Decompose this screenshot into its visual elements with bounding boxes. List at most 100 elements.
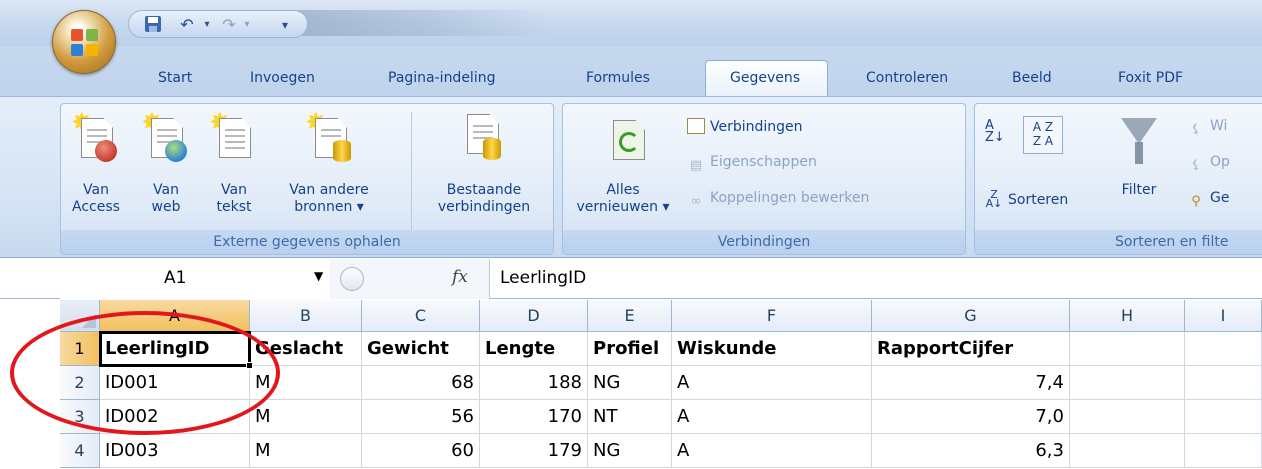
cell-h4[interactable] <box>1070 434 1185 468</box>
name-box[interactable]: A1 ▼ <box>60 259 330 299</box>
sort-button[interactable]: Z A↓ Sorteren <box>985 188 1069 210</box>
existing-connections-button[interactable]: Bestaande verbindingen <box>421 110 547 216</box>
customize-qat-icon[interactable]: ▾ <box>275 15 295 35</box>
row-header-3[interactable]: 3 <box>60 400 100 434</box>
cell-f2[interactable]: A <box>672 366 872 400</box>
redo-icon[interactable]: ↷ <box>219 15 239 35</box>
tab-formules[interactable]: Formules <box>586 70 650 86</box>
connections-button[interactable]: Verbindingen <box>687 118 803 135</box>
filter-button[interactable]: Filter <box>1111 110 1167 199</box>
cell-d4[interactable]: 179 <box>480 434 588 468</box>
cell-e2[interactable]: NG <box>588 366 672 400</box>
column-header-a[interactable]: A <box>100 300 250 332</box>
row-header-4[interactable]: 4 <box>60 434 100 468</box>
cell-h2[interactable] <box>1070 366 1185 400</box>
cell-g2[interactable]: 7,4 <box>872 366 1070 400</box>
existing-connections-label-1: Bestaande <box>446 182 522 198</box>
cell-a2[interactable]: ID001 <box>100 366 250 400</box>
undo-dropdown-icon[interactable]: ▾ <box>197 15 217 35</box>
reapply-button[interactable]: ⚸ Op <box>1187 154 1230 174</box>
ribbon: ✸ Van Access ✸ Van web ✸ Van tekst <box>0 96 1262 258</box>
cell-c4[interactable]: 60 <box>362 434 480 468</box>
tab-foxit-pdf[interactable]: Foxit PDF <box>1118 70 1183 86</box>
cell-f1[interactable]: Wiskunde <box>672 332 872 366</box>
cell-c3[interactable]: 56 <box>362 400 480 434</box>
sort-za-icon: Z A↓ <box>985 188 1003 210</box>
group-sort-filter-label: Sorteren en filte <box>975 230 1262 254</box>
refresh-all-button[interactable]: Alles vernieuwen ▾ <box>571 110 675 216</box>
clear-filter-button[interactable]: ⚸ Wi <box>1187 118 1227 138</box>
redo-dropdown-icon[interactable]: ▾ <box>237 15 257 35</box>
from-web-button[interactable]: ✸ Van web <box>141 110 191 216</box>
cell-d2[interactable]: 188 <box>480 366 588 400</box>
text-file-icon: ✸ <box>209 110 259 182</box>
existing-connections-icon <box>421 110 547 182</box>
reapply-label: Op <box>1210 154 1230 170</box>
cell-i1[interactable] <box>1185 332 1262 366</box>
cell-i4[interactable] <box>1185 434 1262 468</box>
cell-d1[interactable]: Lengte <box>480 332 588 366</box>
row-header-2[interactable]: 2 <box>60 366 100 400</box>
cell-b4[interactable]: M <box>250 434 362 468</box>
from-text-button[interactable]: ✸ Van tekst <box>209 110 259 216</box>
undo-icon[interactable]: ↶ <box>177 15 197 35</box>
advanced-filter-button[interactable]: ⚲ Ge <box>1187 190 1229 210</box>
cell-a1[interactable]: LeerlingID <box>100 332 250 366</box>
row-header-1[interactable]: 1 <box>60 332 100 366</box>
cell-a4[interactable]: ID003 <box>100 434 250 468</box>
tab-beeld[interactable]: Beeld <box>1012 70 1052 86</box>
cell-e4[interactable]: NG <box>588 434 672 468</box>
tab-pagina-indeling[interactable]: Pagina-indeling <box>388 70 495 86</box>
properties-label: Eigenschappen <box>710 154 817 170</box>
cell-e3[interactable]: NT <box>588 400 672 434</box>
column-header-d[interactable]: D <box>480 300 588 332</box>
cell-a3[interactable]: ID002 <box>100 400 250 434</box>
cell-g3[interactable]: 7,0 <box>872 400 1070 434</box>
column-header-c[interactable]: C <box>362 300 480 332</box>
cell-d3[interactable]: 170 <box>480 400 588 434</box>
cell-c1[interactable]: Gewicht <box>362 332 480 366</box>
column-header-i[interactable]: I <box>1185 300 1262 332</box>
sort-dialog-icon[interactable]: A ZZ A <box>1023 116 1063 154</box>
office-button[interactable] <box>52 10 116 74</box>
column-header-f[interactable]: F <box>672 300 872 332</box>
from-access-button[interactable]: ✸ Van Access <box>69 110 123 216</box>
refresh-all-label-2: vernieuwen ▾ <box>576 199 670 215</box>
cell-i2[interactable] <box>1185 366 1262 400</box>
cell-g4[interactable]: 6,3 <box>872 434 1070 468</box>
column-header-g[interactable]: G <box>872 300 1070 332</box>
sort-ascending-button[interactable]: A Z↓ <box>985 119 1005 144</box>
formula-bar-expand-icon[interactable] <box>340 267 364 291</box>
tab-start[interactable]: Start <box>158 70 192 86</box>
cell-h3[interactable] <box>1070 400 1185 434</box>
cell-f3[interactable]: A <box>672 400 872 434</box>
cell-g1[interactable]: RapportCijfer <box>872 332 1070 366</box>
from-access-label-1: Van <box>83 182 109 198</box>
name-box-dropdown-icon[interactable]: ▼ <box>314 269 323 283</box>
group-connections-label: Verbindingen <box>563 230 965 254</box>
properties-button[interactable]: ▤ Eigenschappen <box>687 154 817 174</box>
formula-input[interactable]: LeerlingID <box>500 268 586 288</box>
edit-links-button[interactable]: ∞ Koppelingen bewerken <box>687 190 870 210</box>
cell-b2[interactable]: M <box>250 366 362 400</box>
insert-function-icon[interactable]: fx <box>452 267 468 287</box>
column-header-e[interactable]: E <box>588 300 672 332</box>
cell-c2[interactable]: 68 <box>362 366 480 400</box>
cell-b3[interactable]: M <box>250 400 362 434</box>
cell-i3[interactable] <box>1185 400 1262 434</box>
column-header-b[interactable]: B <box>250 300 362 332</box>
column-header-h[interactable]: H <box>1070 300 1185 332</box>
properties-icon: ▤ <box>689 158 703 173</box>
tab-gegevens[interactable]: Gegevens <box>730 70 800 86</box>
group-external-data-label: Externe gegevens ophalen <box>61 230 553 254</box>
select-all-corner[interactable] <box>60 300 100 332</box>
cell-h1[interactable] <box>1070 332 1185 366</box>
save-icon[interactable] <box>143 15 163 35</box>
from-other-sources-label-1: Van andere <box>289 182 369 198</box>
cell-e1[interactable]: Profiel <box>588 332 672 366</box>
cell-b1[interactable]: Geslacht <box>250 332 362 366</box>
from-other-sources-button[interactable]: ✸ Van andere bronnen ▾ <box>283 110 375 216</box>
tab-invoegen[interactable]: Invoegen <box>250 70 315 86</box>
tab-controleren[interactable]: Controleren <box>866 70 948 86</box>
cell-f4[interactable]: A <box>672 434 872 468</box>
